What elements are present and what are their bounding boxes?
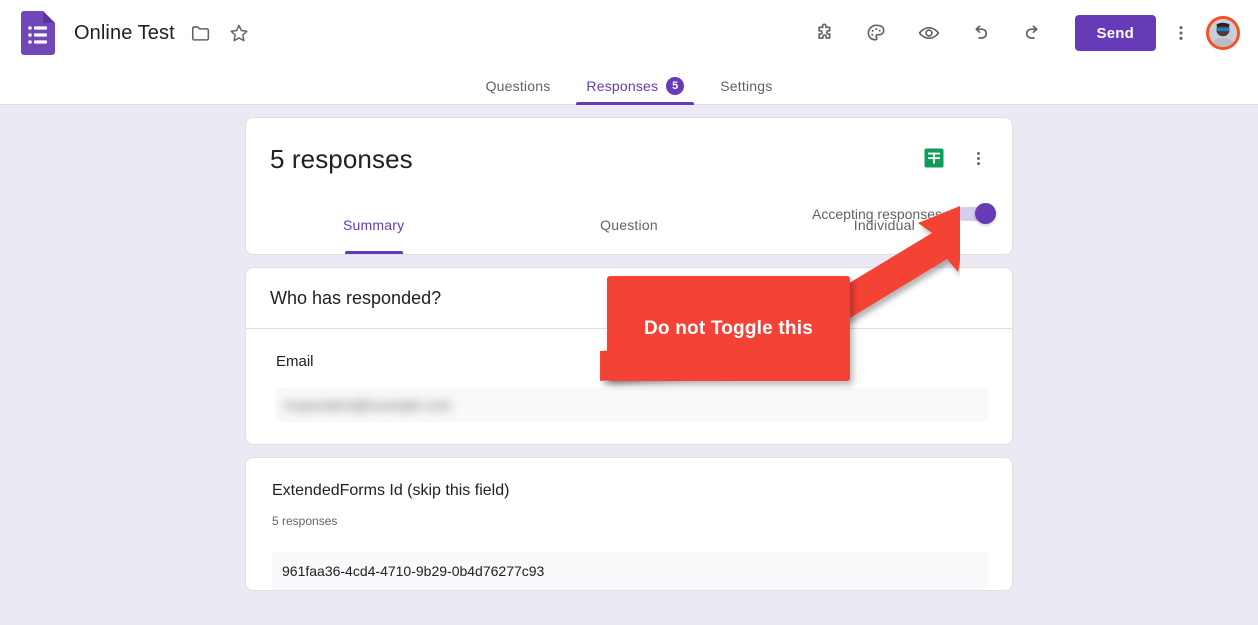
folder-icon[interactable] [189,21,213,45]
sub-tab-individual[interactable]: Individual [757,196,1012,254]
responses-card-header: 5 responses Accepting responses [246,118,1012,224]
annotation-text: Do not Toggle this [644,317,813,339]
responses-more-icon[interactable] [966,145,990,171]
sub-tab-question[interactable]: Question [501,196,756,254]
tab-questions[interactable]: Questions [468,66,569,105]
extended-forms-response-count: 5 responses [272,514,338,528]
app-root: Online Test Send Questions Responses 5 S… [0,0,1258,625]
extended-forms-first-value: 961faa36-4cd4-4710-9b29-0b4d76277c93 [272,552,988,590]
eye-preview-icon[interactable] [909,13,949,53]
tab-responses[interactable]: Responses 5 [568,66,702,105]
tab-questions-label: Questions [485,77,551,94]
top-spacer [0,105,1258,117]
header-actions: Send [799,13,1258,53]
redo-icon[interactable] [1013,13,1053,53]
sub-tab-question-label: Question [600,217,658,233]
card-spacer-2 [0,445,1258,457]
responses-count-title: 5 responses [270,144,413,174]
header-top-row: Online Test Send [0,0,1258,66]
sub-tab-summary-label: Summary [343,217,405,233]
palette-theme-icon[interactable] [857,13,897,53]
annotation-callout: Do not Toggle this [607,276,850,381]
avatar-image [1209,19,1237,47]
google-forms-icon[interactable] [21,11,55,55]
tab-settings[interactable]: Settings [702,66,790,105]
avatar[interactable] [1206,16,1240,50]
sub-tab-individual-label: Individual [853,217,915,233]
star-icon[interactable] [227,21,251,45]
main-tabs: Questions Responses 5 Settings [0,66,1258,105]
extended-forms-question-title: ExtendedForms Id (skip this field) [272,482,510,499]
google-sheets-icon[interactable] [922,146,946,170]
send-button[interactable]: Send [1074,15,1156,51]
email-value-row: respondent@example.com [276,388,988,422]
undo-icon[interactable] [961,13,1001,53]
responses-sub-tabs: Summary Question Individual [246,196,1012,254]
addons-puzzle-icon[interactable] [805,13,845,53]
extended-forms-id-body: ExtendedForms Id (skip this field) 5 res… [246,458,1012,590]
card-spacer-1 [0,255,1258,267]
app-header: Online Test Send Questions Responses 5 S… [0,0,1258,105]
sub-tab-summary[interactable]: Summary [246,196,501,254]
tab-responses-label: Responses [586,77,659,94]
more-vert-icon[interactable] [1164,13,1198,53]
email-value-redacted: respondent@example.com [284,397,452,413]
tab-settings-label: Settings [720,77,773,94]
document-title[interactable]: Online Test [74,22,175,45]
extended-forms-id-card: ExtendedForms Id (skip this field) 5 res… [245,457,1013,591]
responses-count-badge: 5 [666,76,685,95]
responses-summary-card: 5 responses Accepting responses Summary … [245,117,1013,255]
